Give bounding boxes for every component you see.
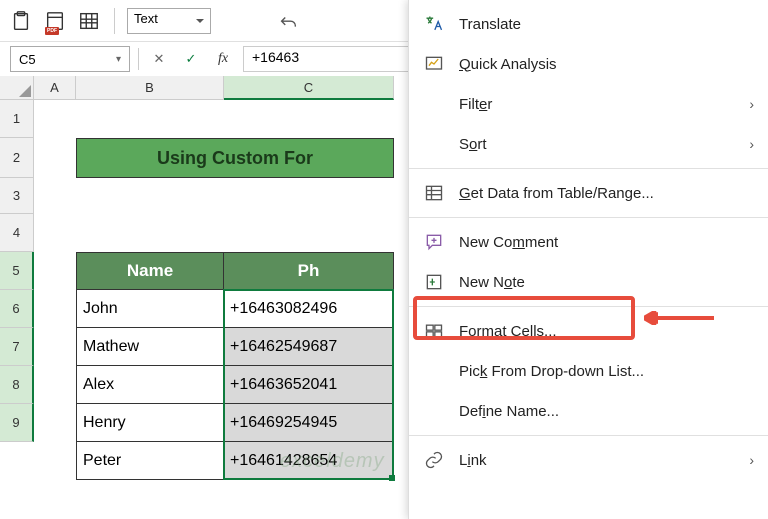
table-header-row: Name Ph (76, 252, 394, 290)
cell-name[interactable]: Peter (76, 442, 224, 480)
menu-translate[interactable]: Translate (409, 4, 768, 44)
row-header-3[interactable]: 3 (0, 178, 34, 214)
table-row: Henry+16469254945 (76, 404, 394, 442)
title-banner: Using Custom For (76, 138, 394, 178)
row-header-5[interactable]: 5 (0, 252, 34, 290)
fx-button[interactable]: fx (211, 47, 235, 71)
menu-label: Define Name... (459, 403, 754, 420)
cell-name[interactable]: Henry (76, 404, 224, 442)
cell-phone[interactable]: +16463652041 (224, 366, 394, 404)
col-header-b[interactable]: B (76, 76, 224, 100)
cell-phone[interactable]: +16463082496 (224, 290, 394, 328)
table-range-icon (423, 182, 445, 204)
cell-phone[interactable]: +16469254945 (224, 404, 394, 442)
toolbar-divider (114, 8, 115, 34)
table-row: John+16463082496 (76, 290, 394, 328)
filter-icon (423, 93, 445, 115)
menu-separator (409, 435, 768, 436)
context-menu: Translate Quick Analysis Filter › Sort ›… (408, 0, 768, 519)
menu-label: Get Data from Table/Range... (459, 185, 754, 202)
menu-label: Translate (459, 16, 754, 33)
menu-get-data[interactable]: Get Data from Table/Range... (409, 173, 768, 213)
menu-label: Pick From Drop-down List... (459, 363, 754, 380)
table-body: John+16463082496Mathew+16462549687Alex+1… (76, 290, 394, 480)
row-header-8[interactable]: 8 (0, 366, 34, 404)
table-row: Peter+16461428654 (76, 442, 394, 480)
row-header-1[interactable]: 1 (0, 100, 34, 138)
select-all-corner[interactable] (0, 76, 34, 100)
chevron-right-icon: › (749, 136, 754, 152)
cancel-button[interactable]: ✕ (147, 47, 171, 71)
menu-format-cells[interactable]: Format Cells... (409, 311, 768, 351)
chevron-right-icon: › (749, 452, 754, 468)
link-icon (423, 449, 445, 471)
comment-icon (423, 231, 445, 253)
cell-name[interactable]: John (76, 290, 224, 328)
cell-phone[interactable]: +16462549687 (224, 328, 394, 366)
menu-separator (409, 306, 768, 307)
row-headers: 123456789 (0, 100, 34, 442)
undo-icon[interactable] (275, 10, 301, 36)
cell-name[interactable]: Alex (76, 366, 224, 404)
quick-analysis-icon (423, 53, 445, 75)
header-name: Name (76, 252, 224, 290)
pdf-badge: PDF (45, 27, 59, 35)
menu-separator (409, 217, 768, 218)
menu-pick-list[interactable]: Pick From Drop-down List... (409, 351, 768, 391)
cell-phone[interactable]: +16461428654 (224, 442, 394, 480)
row-header-4[interactable]: 4 (0, 214, 34, 252)
column-headers: A B C (34, 76, 394, 100)
menu-define-name[interactable]: Define Name... (409, 391, 768, 431)
menu-link[interactable]: Link › (409, 440, 768, 480)
menu-new-note[interactable]: New Note (409, 262, 768, 302)
col-header-c[interactable]: C (224, 76, 394, 100)
menu-quick-analysis[interactable]: Quick Analysis (409, 44, 768, 84)
table-row: Alex+16463652041 (76, 366, 394, 404)
menu-label: New Comment (459, 234, 754, 251)
menu-label: Sort (459, 136, 735, 153)
table-icon[interactable] (76, 8, 102, 34)
table-row: Mathew+16462549687 (76, 328, 394, 366)
row-header-6[interactable]: 6 (0, 290, 34, 328)
menu-separator (409, 168, 768, 169)
paste-icon[interactable] (8, 8, 34, 34)
menu-label: Filter (459, 96, 735, 113)
format-cells-icon (423, 320, 445, 342)
pdf-icon[interactable]: PDF (42, 8, 68, 34)
menu-sort[interactable]: Sort › (409, 124, 768, 164)
name-box[interactable]: C5 ▾ (10, 46, 130, 72)
chevron-right-icon: › (749, 96, 754, 112)
number-format-dropdown[interactable]: Text (127, 8, 211, 34)
name-box-value: C5 (19, 52, 36, 67)
translate-icon (423, 13, 445, 35)
define-name-icon (423, 400, 445, 422)
row-header-7[interactable]: 7 (0, 328, 34, 366)
row-header-2[interactable]: 2 (0, 138, 34, 178)
enter-button[interactable]: ✓ (179, 47, 203, 71)
formula-bar-divider (138, 48, 139, 70)
note-icon (423, 271, 445, 293)
menu-label: Format Cells... (459, 323, 754, 340)
menu-label: Quick Analysis (459, 56, 754, 73)
dropdown-list-icon (423, 360, 445, 382)
sort-icon (423, 133, 445, 155)
menu-label: Link (459, 452, 735, 469)
header-phone: Ph (224, 252, 394, 290)
menu-new-comment[interactable]: New Comment (409, 222, 768, 262)
row-header-9[interactable]: 9 (0, 404, 34, 442)
chevron-down-icon: ▾ (116, 54, 121, 65)
menu-label: New Note (459, 274, 754, 291)
menu-filter[interactable]: Filter › (409, 84, 768, 124)
cell-name[interactable]: Mathew (76, 328, 224, 366)
col-header-a[interactable]: A (34, 76, 76, 100)
